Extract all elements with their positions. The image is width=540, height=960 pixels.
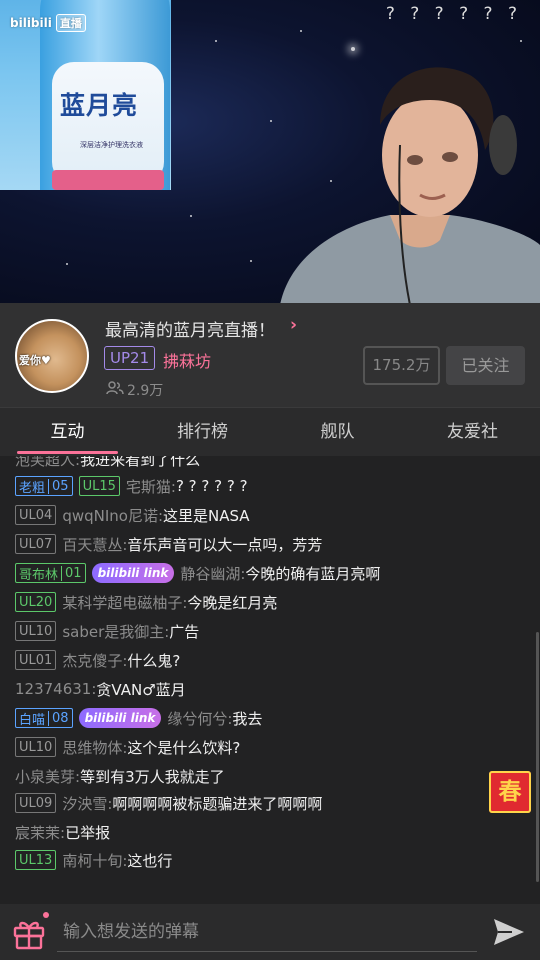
bilibili-logo-text: bilibili: [10, 16, 52, 30]
follow-button[interactable]: 已关注: [446, 346, 525, 385]
chat-message: 小泉美芽: 等到有3万人我就走了: [15, 764, 225, 788]
chat-message: 宸茉茉: 已举报: [15, 820, 110, 844]
bilibili-link-badge: bilibili link: [78, 708, 162, 728]
chat-text: 今晚的确有蓝月亮啊: [245, 564, 381, 583]
up-level-badge: UP21: [104, 346, 156, 370]
tab-interact[interactable]: 互动: [0, 408, 135, 456]
tab-fleet[interactable]: 舰队: [270, 408, 405, 456]
chat-username[interactable]: 缘兮何兮:: [167, 708, 232, 729]
chat-username[interactable]: 汐泱雪:: [62, 793, 112, 814]
avatar-caption: 爱你♥: [19, 354, 51, 367]
video-overlay-text: ? ? ? ? ? ?: [385, 4, 522, 24]
live-video-player[interactable]: 蓝月亮 深层洁净护理洗衣液 bilibili 直播 ? ? ? ? ? ?: [0, 0, 540, 303]
chat-username[interactable]: qwqNIno尼诺:: [62, 505, 163, 526]
user-level-badge: UL13: [15, 850, 57, 870]
chat-text: 贪VAN♂蓝月: [96, 680, 186, 699]
chat-username[interactable]: 泡芙超人:: [15, 456, 80, 470]
spring-festival-event-button[interactable]: 春: [489, 771, 531, 813]
user-level-badge: UL15: [78, 476, 120, 496]
gift-icon[interactable]: [12, 916, 46, 950]
streamer-webcam-figure: [280, 67, 540, 303]
send-icon[interactable]: [492, 917, 526, 947]
chat-username[interactable]: 12374631:: [15, 680, 96, 698]
chat-username[interactable]: 某科学超电磁柚子:: [62, 592, 187, 613]
chat-text: 等到有3万人我就走了: [80, 767, 225, 786]
live-tag: 直播: [55, 14, 86, 32]
bilibili-live-logo: bilibili 直播: [10, 14, 86, 32]
chat-username[interactable]: 南柯十旬:: [62, 850, 127, 871]
chat-username[interactable]: 宅斯猫:: [126, 476, 176, 497]
chat-message: UL10 思维物体: 这个是什么饮料?: [15, 735, 240, 759]
product-subtitle: 深层洁净护理洗衣液: [80, 141, 143, 149]
tab-bar: 互动 排行榜 舰队 友爱社: [0, 407, 540, 456]
chat-text: 已举报: [65, 823, 111, 842]
streamer-info-panel: 爱你♥ 最高清的蓝月亮直播！ › UP21 拂菻坊 2.9万 175.2万 已关…: [0, 303, 540, 407]
tab-ranking[interactable]: 排行榜: [135, 408, 270, 456]
chat-message: 白喵 08 bilibili link 缘兮何兮: 我去: [15, 706, 262, 730]
chat-message: UL01 杰克傻子: 什么鬼?: [15, 648, 180, 672]
chat-username[interactable]: 杰克傻子:: [62, 650, 127, 671]
chat-text: 今晚是红月亮: [187, 593, 278, 612]
chat-message: 泡芙超人: 我进来看到了什么: [15, 456, 200, 471]
chat-username[interactable]: 静谷幽湖:: [180, 563, 245, 584]
chevron-right-icon[interactable]: ›: [290, 315, 297, 335]
fan-medal-badge[interactable]: 哥布林 01: [15, 563, 86, 583]
user-level-badge: UL10: [15, 621, 57, 641]
chat-message: UL13 南柯十旬: 这也行: [15, 848, 172, 872]
streamer-avatar[interactable]: 爱你♥: [15, 319, 89, 393]
chat-text: 我去: [232, 709, 263, 728]
chat-text: 这里是NASA: [163, 506, 250, 525]
chat-text: 什么鬼?: [127, 651, 181, 670]
notification-dot: [43, 912, 49, 918]
streamer-name[interactable]: 拂菻坊: [163, 348, 211, 372]
danmaku-input-bar: [0, 904, 540, 960]
chat-scrollbar[interactable]: [536, 632, 539, 882]
danmaku-input[interactable]: [57, 912, 477, 952]
user-level-badge: UL20: [15, 592, 57, 612]
chat-text: 这个是什么饮料?: [127, 738, 241, 757]
chat-text: ? ? ? ? ? ?: [175, 477, 248, 495]
user-level-badge: UL10: [15, 737, 57, 757]
chat-message: 哥布林 01 bilibili link 静谷幽湖: 今晚的确有蓝月亮啊: [15, 561, 380, 585]
stream-title[interactable]: 最高清的蓝月亮直播！: [105, 316, 275, 341]
chat-text: 音乐声音可以大一点吗，芳芳: [127, 535, 323, 554]
chat-list[interactable]: 泡芙超人: 我进来看到了什么 老粗 05 UL15 宅斯猫: ? ? ? ? ? …: [0, 456, 540, 904]
product-brand: 蓝月亮: [60, 91, 139, 120]
chat-username[interactable]: 百天薏丛:: [62, 534, 127, 555]
chat-message: 12374631: 贪VAN♂蓝月: [15, 677, 186, 701]
chat-message: UL10 saber是我御主: 广告: [15, 619, 199, 643]
fan-medal-badge[interactable]: 白喵 08: [15, 708, 73, 728]
chat-text: 我进来看到了什么: [80, 456, 201, 469]
chat-text: 这也行: [127, 851, 173, 870]
chat-message: UL20 某科学超电磁柚子: 今晚是红月亮: [15, 590, 277, 614]
user-level-badge: UL07: [15, 534, 57, 554]
viewer-count: 2.9万: [127, 383, 164, 399]
fan-medal-badge[interactable]: 老粗 05: [15, 476, 73, 496]
chat-text: 广告: [169, 622, 200, 641]
chat-username[interactable]: 小泉美芽:: [15, 766, 80, 787]
fans-count: 175.2万: [363, 346, 440, 385]
user-level-badge: UL09: [15, 793, 57, 813]
chat-username[interactable]: 思维物体:: [62, 737, 127, 758]
chat-message: UL04 qwqNIno尼诺: 这里是NASA: [15, 503, 250, 527]
chat-text: 啊啊啊啊被标题骗进来了啊啊啊: [112, 794, 323, 813]
chat-username[interactable]: saber是我御主:: [62, 621, 169, 642]
user-level-badge: UL01: [15, 650, 57, 670]
chat-message: UL07 百天薏丛: 音乐声音可以大一点吗，芳芳: [15, 532, 322, 556]
chat-message: UL09 汐泱雪: 啊啊啊啊被标题骗进来了啊啊啊: [15, 791, 322, 815]
tab-fan-club[interactable]: 友爱社: [405, 408, 540, 456]
bilibili-link-badge: bilibili link: [91, 563, 175, 583]
user-level-badge: UL04: [15, 505, 57, 525]
viewers-icon: [106, 381, 124, 395]
chat-message: 老粗 05 UL15 宅斯猫: ? ? ? ? ? ?: [15, 474, 248, 498]
chat-username[interactable]: 宸茉茉:: [15, 822, 65, 843]
